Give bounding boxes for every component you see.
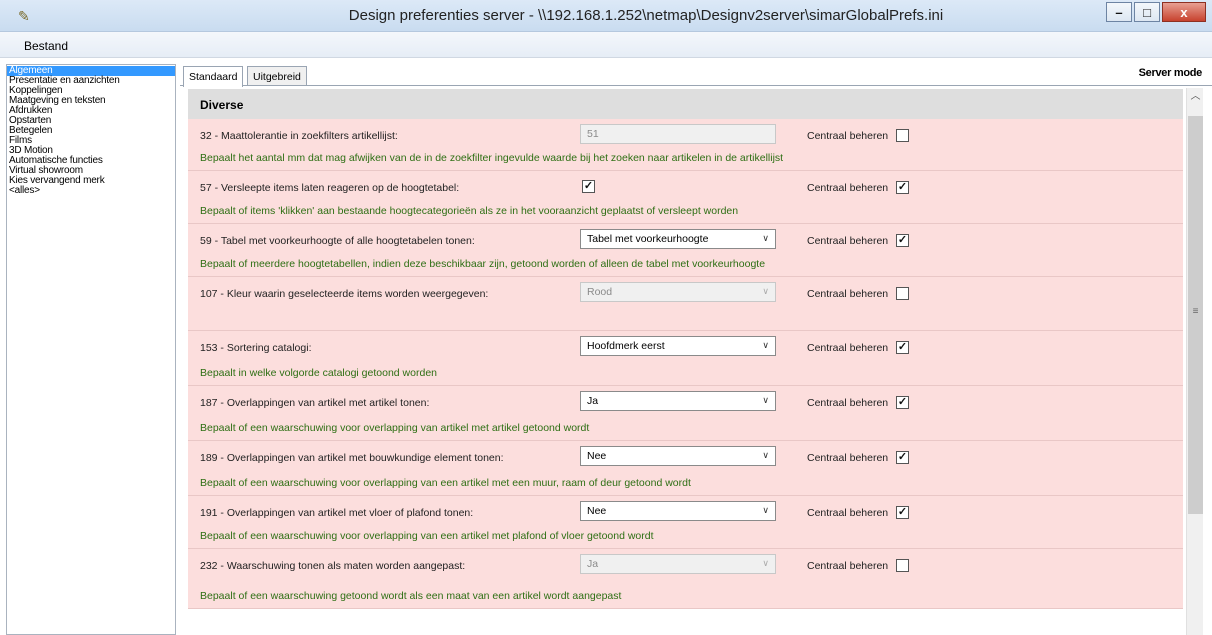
central-manage-checkbox[interactable]: ✓ bbox=[896, 234, 909, 247]
setting-textbox: 51 bbox=[580, 124, 776, 144]
setting-description: Bepaalt of meerdere hoogtetabellen, indi… bbox=[200, 258, 766, 270]
checkmark-icon: ✓ bbox=[897, 506, 908, 518]
central-manage-checkbox[interactable]: ✓ bbox=[896, 396, 909, 409]
category-item[interactable]: Betegelen bbox=[7, 126, 175, 136]
checkmark-icon: ✓ bbox=[897, 451, 908, 463]
grip-icon: ≡ bbox=[1192, 306, 1199, 317]
tab-uitgebreid[interactable]: Uitgebreid bbox=[247, 66, 307, 86]
setting-row: 59 - Tabel met voorkeurhoogte of alle ho… bbox=[188, 224, 1183, 277]
central-manage-label: Centraal beheren bbox=[807, 452, 889, 464]
setting-label: 59 - Tabel met voorkeurhoogte of alle ho… bbox=[200, 235, 475, 247]
setting-description: Bepaalt of een waarschuwing getoond word… bbox=[200, 590, 622, 602]
title-bar: ✎ Design preferenties server - \\192.168… bbox=[0, 0, 1212, 32]
vertical-scrollbar[interactable]: ︿ ≡ bbox=[1186, 88, 1203, 635]
setting-row: 153 - Sortering catalogi: Hoofdmerk eerst… bbox=[188, 331, 1183, 386]
setting-value: Tabel met voorkeurhoogte bbox=[587, 233, 709, 245]
setting-row: 187 - Overlappingen van artikel met arti… bbox=[188, 386, 1183, 441]
chevron-down-icon: ∨ bbox=[762, 450, 769, 460]
setting-description: Bepaalt of een waarschuwing voor overlap… bbox=[200, 477, 691, 489]
setting-label: 153 - Sortering catalogi: bbox=[200, 342, 312, 354]
central-manage-checkbox[interactable] bbox=[896, 559, 909, 572]
settings-panel: Diverse 32 - Maattolerantie in zoekfilte… bbox=[180, 85, 1212, 635]
central-manage-checkbox[interactable]: ✓ bbox=[896, 341, 909, 354]
setting-value: Hoofdmerk eerst bbox=[587, 340, 665, 352]
setting-value: 51 bbox=[587, 128, 599, 140]
window-title: Design preferenties server - \\192.168.1… bbox=[348, 7, 944, 24]
central-manage-label: Centraal beheren bbox=[807, 130, 889, 142]
setting-label: 191 - Overlappingen van artikel met vloe… bbox=[200, 507, 474, 519]
setting-row: 191 - Overlappingen van artikel met vloe… bbox=[188, 496, 1183, 549]
central-manage-label: Centraal beheren bbox=[807, 342, 889, 354]
chevron-down-icon: ∨ bbox=[762, 233, 769, 243]
setting-description: Bepaalt het aantal mm dat mag afwijken v… bbox=[200, 152, 784, 164]
minimize-button[interactable]: – bbox=[1106, 2, 1132, 22]
setting-row: 189 - Overlappingen van artikel met bouw… bbox=[188, 441, 1183, 496]
chevron-down-icon: ∨ bbox=[762, 505, 769, 515]
server-mode-label: Server mode bbox=[1138, 67, 1203, 79]
category-item[interactable]: <alles> bbox=[7, 186, 175, 196]
central-manage-checkbox[interactable] bbox=[896, 129, 909, 142]
setting-row: 57 - Versleepte items laten reageren op … bbox=[188, 171, 1183, 224]
setting-description: Bepaalt in welke volgorde catalogi getoo… bbox=[200, 367, 437, 379]
checkmark-icon: ✓ bbox=[897, 341, 908, 353]
central-manage-label: Centraal beheren bbox=[807, 397, 889, 409]
checkmark-icon: ✓ bbox=[583, 180, 594, 192]
setting-label: 189 - Overlappingen van artikel met bouw… bbox=[200, 452, 504, 464]
central-manage-label: Centraal beheren bbox=[807, 560, 889, 572]
checkmark-icon: ✓ bbox=[897, 181, 908, 193]
setting-description: Bepaalt of items 'klikken' aan bestaande… bbox=[200, 205, 739, 217]
setting-row: 107 - Kleur waarin geselecteerde items w… bbox=[188, 277, 1183, 331]
checkmark-icon: ✓ bbox=[897, 396, 908, 408]
setting-row: 232 - Waarschuwing tonen als maten worde… bbox=[188, 549, 1183, 609]
setting-dropdown[interactable]: Nee ∨ bbox=[580, 446, 776, 466]
close-button[interactable]: x bbox=[1162, 2, 1206, 22]
setting-label: 107 - Kleur waarin geselecteerde items w… bbox=[200, 288, 489, 300]
setting-label: 32 - Maattolerantie in zoekfilters artik… bbox=[200, 130, 398, 142]
chevron-down-icon: ∨ bbox=[762, 286, 769, 296]
central-manage-label: Centraal beheren bbox=[807, 235, 889, 247]
setting-dropdown[interactable]: Ja ∨ bbox=[580, 391, 776, 411]
setting-value: Ja bbox=[587, 558, 599, 570]
central-manage-checkbox[interactable] bbox=[896, 287, 909, 300]
settings-rows: 32 - Maattolerantie in zoekfilters artik… bbox=[188, 119, 1183, 635]
checkmark-icon: ✓ bbox=[897, 234, 908, 246]
setting-description: Bepaalt of een waarschuwing voor overlap… bbox=[200, 422, 590, 434]
chevron-down-icon: ∨ bbox=[762, 395, 769, 405]
setting-label: 187 - Overlappingen van artikel met arti… bbox=[200, 397, 430, 409]
scroll-thumb[interactable]: ≡ bbox=[1188, 116, 1203, 514]
setting-checkbox[interactable]: ✓ bbox=[582, 180, 595, 193]
category-list[interactable]: Algemeen Presentatie en aanzichten Koppeli… bbox=[6, 64, 176, 635]
chevron-down-icon: ∨ bbox=[762, 340, 769, 350]
setting-label: 57 - Versleepte items laten reageren op … bbox=[200, 182, 460, 194]
chevron-down-icon: ∨ bbox=[762, 558, 769, 568]
setting-value: Nee bbox=[587, 450, 607, 462]
setting-dropdown[interactable]: Tabel met voorkeurhoogte ∨ bbox=[580, 229, 776, 249]
central-manage-label: Centraal beheren bbox=[807, 288, 889, 300]
setting-label: 232 - Waarschuwing tonen als maten worde… bbox=[200, 560, 466, 572]
setting-description: Bepaalt of een waarschuwing voor overlap… bbox=[200, 530, 654, 542]
menu-bestand[interactable]: Bestand bbox=[24, 39, 68, 53]
central-manage-label: Centraal beheren bbox=[807, 182, 889, 194]
setting-value: Rood bbox=[587, 286, 613, 298]
window-controls: – □ x bbox=[1106, 2, 1206, 22]
setting-dropdown: Ja ∨ bbox=[580, 554, 776, 574]
tab-standaard[interactable]: Standaard bbox=[183, 66, 244, 87]
section-title: Diverse bbox=[200, 98, 244, 112]
setting-value: Nee bbox=[587, 505, 607, 517]
setting-value: Ja bbox=[587, 395, 599, 407]
central-manage-label: Centraal beheren bbox=[807, 507, 889, 519]
setting-dropdown[interactable]: Hoofdmerk eerst ∨ bbox=[580, 336, 776, 356]
menu-bar: Bestand bbox=[0, 32, 1212, 58]
scroll-up-icon[interactable]: ︿ bbox=[1187, 88, 1204, 105]
section-header: Diverse bbox=[188, 89, 1183, 119]
maximize-button[interactable]: □ bbox=[1134, 2, 1160, 22]
central-manage-checkbox[interactable]: ✓ bbox=[896, 506, 909, 519]
central-manage-checkbox[interactable]: ✓ bbox=[896, 451, 909, 464]
central-manage-checkbox[interactable]: ✓ bbox=[896, 181, 909, 194]
setting-dropdown: Rood ∨ bbox=[580, 282, 776, 302]
setting-row: 32 - Maattolerantie in zoekfilters artik… bbox=[188, 119, 1183, 171]
setting-dropdown[interactable]: Nee ∨ bbox=[580, 501, 776, 521]
